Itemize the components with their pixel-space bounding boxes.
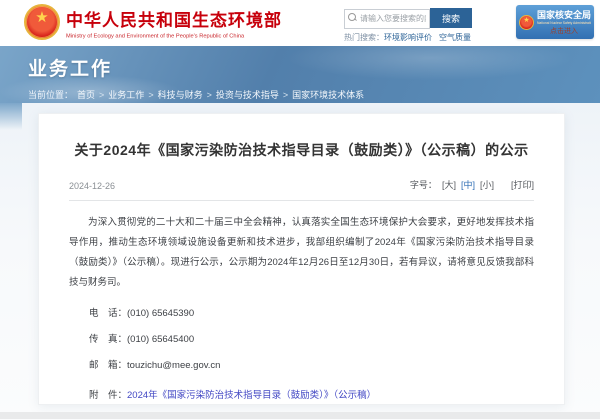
search-input[interactable] — [344, 9, 430, 29]
breadcrumb-item-env-tech-system[interactable]: 国家环境技术体系 — [292, 88, 364, 101]
breadcrumb-item-business[interactable]: 业务工作 — [108, 88, 144, 101]
font-size-medium-button[interactable]: [中] — [461, 178, 475, 191]
article-card: 关于2024年《国家污染防治技术指导目录（鼓励类）》（公示稿）的公示 2024-… — [38, 113, 565, 405]
fax-label: 传 真： — [89, 334, 127, 345]
contact-row-email: 邮 箱：touzichu@mee.gov.cn — [69, 357, 534, 371]
nnsa-text: 国家核安全局 National Nuclear Safety Administr… — [537, 8, 591, 36]
breadcrumb-item-tech-finance[interactable]: 科技与财务 — [158, 88, 203, 101]
phone-value: (010) 65645390 — [127, 308, 194, 319]
page-section-title: 业务工作 — [28, 54, 600, 81]
nnsa-badge[interactable]: 国家核安全局 National Nuclear Safety Administr… — [516, 5, 594, 39]
breadcrumb-separator: > — [99, 90, 104, 100]
article-paragraph: 为深入贯彻党的二十大和二十届三中全会精神，认真落实全国生态环境保护大会要求，更好… — [69, 213, 534, 293]
breadcrumb-item-investment-guidance[interactable]: 投资与技术指导 — [216, 88, 279, 101]
article-tools: 字号： [大] [中] [小] [打印] — [410, 178, 534, 191]
main-area: 关于2024年《国家污染防治技术指导目录（鼓励类）》（公示稿）的公示 2024-… — [0, 103, 600, 420]
email-value: touzichu@mee.gov.cn — [127, 360, 220, 371]
hot-search-link-eia[interactable]: 环境影响评价 — [384, 33, 432, 42]
nnsa-emblem-icon — [519, 15, 534, 30]
attachment-link[interactable]: 2024年《国家污染防治技术指导目录（鼓励类）》（公示稿） — [127, 390, 376, 401]
email-label: 邮 箱： — [89, 360, 127, 371]
print-button[interactable]: [打印] — [511, 178, 534, 191]
breadcrumb-item-home[interactable]: 首页 — [77, 88, 95, 101]
breadcrumb-location-label: 当前位置： — [28, 88, 73, 101]
nnsa-enter-link[interactable]: 点击进入 — [537, 26, 591, 36]
font-size-label: 字号： — [410, 178, 437, 191]
font-size-small-button[interactable]: [小] — [480, 178, 494, 191]
article-title: 关于2024年《国家污染防治技术指导目录（鼓励类）》（公示稿）的公示 — [69, 140, 534, 160]
breadcrumb-separator: > — [148, 90, 153, 100]
ministry-brand: 中华人民共和国生态环境部 Ministry of Ecology and Env… — [66, 6, 379, 44]
font-size-large-button[interactable]: [大] — [442, 178, 456, 191]
ministry-subtitle: Ministry of Ecology and Environment of t… — [66, 33, 244, 39]
search-button[interactable]: 搜索 — [430, 8, 472, 28]
contact-row-fax: 传 真：(010) 65645400 — [69, 331, 534, 345]
breadcrumb-separator: > — [283, 90, 288, 100]
page-bottom-divider — [0, 412, 600, 419]
site-header: 中华人民共和国生态环境部 Ministry of Ecology and Env… — [0, 0, 600, 46]
nnsa-subtitle: National Nuclear Safety Administration — [537, 21, 560, 23]
attachment-row: 附 件：2024年《国家污染防治技术指导目录（鼓励类）》（公示稿） — [69, 387, 534, 401]
search-area: 搜索 热门搜索：环境影响评价空气质量 — [344, 8, 474, 43]
nnsa-title: 国家核安全局 — [537, 8, 591, 21]
breadcrumb-separator: > — [207, 90, 212, 100]
attachment-label: 附 件： — [89, 390, 127, 401]
search-box — [344, 8, 430, 28]
national-emblem-logo — [24, 4, 60, 40]
publish-date: 2024-12-26 — [69, 181, 115, 191]
section-banner: 业务工作 当前位置： 首页 > 业务工作 > 科技与财务 > 投资与技术指导 >… — [0, 46, 600, 103]
contact-row-phone: 电 话：(010) 65645390 — [69, 305, 534, 319]
phone-label: 电 话： — [89, 308, 127, 319]
hot-search-row: 热门搜索：环境影响评价空气质量 — [344, 32, 474, 43]
hot-search-link-air[interactable]: 空气质量 — [439, 33, 471, 42]
article-meta-row: 2024-12-26 字号： [大] [中] [小] [打印] — [69, 178, 534, 201]
hot-search-label: 热门搜索： — [344, 33, 384, 42]
fax-value: (010) 65645400 — [127, 334, 194, 345]
breadcrumb: 当前位置： 首页 > 业务工作 > 科技与财务 > 投资与技术指导 > 国家环境… — [28, 88, 600, 101]
ministry-title: 中华人民共和国生态环境部 — [66, 6, 379, 31]
